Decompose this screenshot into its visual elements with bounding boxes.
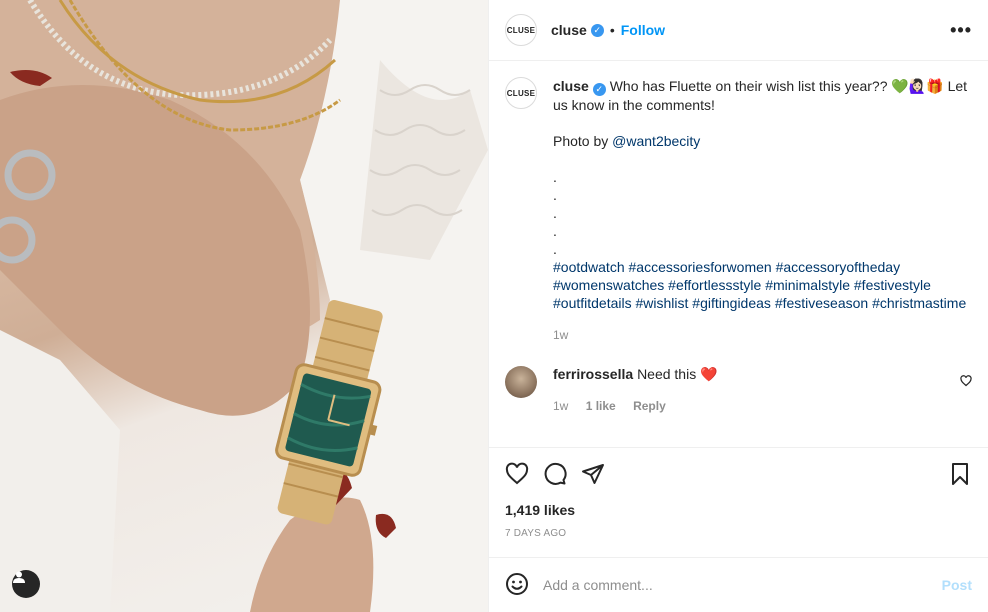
comment-like-heart-icon[interactable] [960, 374, 972, 390]
caption-username[interactable]: cluse [553, 78, 589, 94]
comment-text-line: ferrirossella Need this ❤️ [553, 366, 718, 383]
comment-body: ferrirossella Need this ❤️ 1w 1 like Rep… [553, 366, 718, 413]
post-header: CLUSE cluse ✓ • Follow ••• [489, 0, 988, 61]
caption-body: cluse ✓ Who has Fluette on their wish lis… [553, 77, 972, 344]
like-heart-icon[interactable] [505, 462, 529, 486]
comment-bubble-icon[interactable] [543, 462, 567, 486]
hashtag-link[interactable]: #womenswatches [553, 277, 664, 293]
caption-dot: . [553, 240, 557, 257]
tagged-users-button[interactable] [12, 570, 40, 598]
hashtag-link[interactable]: #christmastime [872, 295, 966, 311]
caption-timestamp[interactable]: 1w [553, 326, 972, 344]
hashtag-link[interactable]: #ootdwatch [553, 259, 625, 275]
caption-dots: . . . . . [553, 168, 972, 258]
commenter-avatar[interactable] [505, 365, 537, 398]
hashtag-link[interactable]: #festiveseason [775, 295, 868, 311]
post-photo[interactable] [0, 0, 488, 612]
post-viewer: CLUSE cluse ✓ • Follow ••• CLUSE cluse ✓ … [0, 0, 988, 612]
author-avatar[interactable]: CLUSE [505, 14, 537, 46]
caption-text: Who has Fluette on their wish list this … [553, 78, 968, 113]
comment-likes[interactable]: 1 like [586, 399, 616, 413]
author-username[interactable]: cluse [551, 22, 587, 38]
hashtag-link[interactable]: #accessoriesforwomen [629, 259, 772, 275]
hashtag-link[interactable]: #giftingideas [692, 295, 771, 311]
comment-input[interactable] [543, 577, 942, 593]
hashtag-link[interactable]: #effortlessstyle [668, 277, 761, 293]
caption-dot: . [553, 186, 557, 203]
hashtag-link[interactable]: #festivestyle [854, 277, 931, 293]
author-info: cluse ✓ • Follow [551, 22, 665, 38]
hashtag-link[interactable]: #accessoryoftheday [776, 259, 901, 275]
caption: CLUSE cluse ✓ Who has Fluette on their wi… [505, 77, 972, 344]
separator-dot: • [609, 22, 615, 38]
caption-dot: . [553, 168, 557, 185]
comment-text: Need this ❤️ [637, 365, 718, 382]
comment-item: ferrirossella Need this ❤️ 1w 1 like Rep… [505, 365, 972, 413]
add-comment-bar: Post [489, 557, 988, 612]
user-silhouette-icon [13, 571, 25, 583]
hashtag-link[interactable]: #wishlist [636, 295, 689, 311]
share-paper-plane-icon[interactable] [581, 462, 605, 486]
post-actions: 1,419 likes 7 DAYS AGO [489, 447, 988, 557]
follow-button[interactable]: Follow [621, 22, 665, 38]
comments-section[interactable]: CLUSE cluse ✓ Who has Fluette on their wi… [489, 61, 988, 447]
verified-badge-icon: ✓ [592, 82, 606, 96]
emoji-icon[interactable] [505, 572, 529, 599]
comment-meta: 1w 1 like Reply [553, 399, 718, 413]
caption-dot: . [553, 222, 557, 239]
hashtags: #ootdwatch #accessoriesforwomen #accesso… [553, 258, 972, 312]
reply-button[interactable]: Reply [633, 399, 666, 413]
more-options-icon[interactable]: ••• [950, 20, 972, 41]
commenter-username[interactable]: ferrirossella [553, 366, 633, 382]
photo-credit-prefix: Photo by [553, 132, 613, 149]
hashtag-link[interactable]: #minimalstyle [765, 277, 850, 293]
post-details-panel: CLUSE cluse ✓ • Follow ••• CLUSE cluse ✓ … [488, 0, 988, 612]
caption-dot: . [553, 204, 557, 221]
caption-text-line: cluse ✓ Who has Fluette on their wish lis… [553, 77, 972, 114]
caption-avatar[interactable]: CLUSE [505, 77, 537, 109]
photo-credit-handle[interactable]: @want2becity [612, 133, 700, 149]
hashtag-link[interactable]: #outfitdetails [553, 295, 632, 311]
photo-illustration [0, 0, 488, 612]
post-comment-button[interactable]: Post [942, 577, 972, 593]
photo-credit: Photo by @want2becity [553, 132, 972, 150]
likes-count[interactable]: 1,419 likes [505, 502, 972, 518]
save-bookmark-icon[interactable] [948, 462, 972, 486]
comment-timestamp[interactable]: 1w [553, 399, 568, 413]
action-icons [505, 462, 972, 486]
verified-badge-icon: ✓ [590, 23, 604, 37]
post-date[interactable]: 7 DAYS AGO [505, 528, 972, 539]
